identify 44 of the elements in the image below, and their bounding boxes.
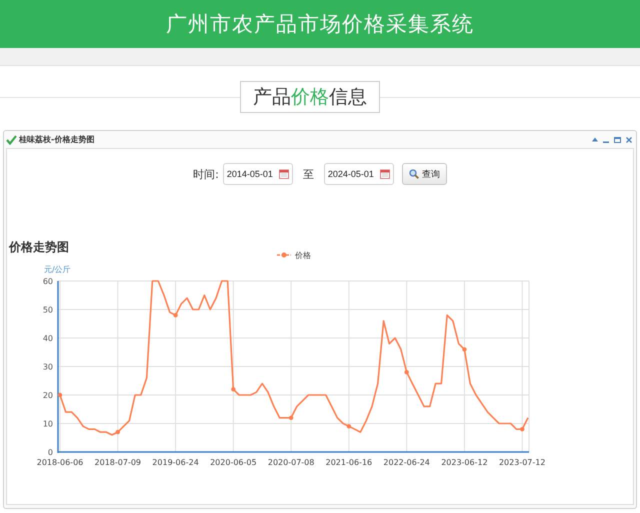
data-point <box>346 424 352 429</box>
x-tick-label: 2021-06-16 <box>326 458 372 467</box>
section-heading: 产品价格信息 <box>240 81 380 113</box>
y-tick-label: 0 <box>48 448 53 457</box>
y-axis-unit: 元/公斤 <box>44 265 71 274</box>
date-field[interactable]: 2024-05-01 <box>324 163 394 185</box>
query-button[interactable]: 查询 <box>402 163 447 185</box>
x-tick-label: 2018-07-09 <box>94 458 142 467</box>
data-point <box>404 370 409 374</box>
data-point <box>58 392 62 398</box>
x-tick-label: 2020-07-08 <box>268 458 314 467</box>
legend-label: 价格 <box>295 251 311 260</box>
data-point <box>520 427 524 432</box>
close-icon[interactable] <box>626 136 632 142</box>
y-tick-label: 30 <box>42 362 53 372</box>
x-tick-label: 2023-06-12 <box>441 458 488 467</box>
search-icon <box>408 169 419 179</box>
time-label: 时间: <box>193 166 219 182</box>
legend-marker-icon <box>277 252 291 258</box>
checkmark-icon <box>6 134 17 144</box>
data-point <box>116 430 120 434</box>
data-point <box>288 416 294 420</box>
x-tick-label: 2018-06-06 <box>36 458 84 467</box>
x-tick-label: 2022-06-24 <box>383 458 430 467</box>
data-point <box>173 313 178 318</box>
calendar-icon[interactable] <box>380 169 390 179</box>
data-point <box>462 347 467 352</box>
date-field[interactable]: 2014-05-01 <box>222 163 293 185</box>
collapse-icon[interactable] <box>592 137 598 142</box>
panel-title: 桂味荔枝-价格走势图 <box>19 134 96 145</box>
x-tick-label: 2020-06-05 <box>210 458 257 467</box>
calendar-icon[interactable] <box>278 169 289 179</box>
x-tick-label: 2019-06-24 <box>152 458 199 467</box>
app-title: 广州市农产品市场价格采集系统 <box>166 11 474 38</box>
y-tick-label: 10 <box>42 420 53 428</box>
maximize-icon[interactable] <box>614 136 621 142</box>
range-separator: 至 <box>302 166 314 182</box>
x-tick-label: 2023-07-12 <box>498 458 546 467</box>
y-tick-label: 20 <box>42 391 53 400</box>
data-point <box>231 387 236 392</box>
y-tick-label: 60 <box>42 277 53 286</box>
y-tick-label: 40 <box>42 334 53 343</box>
chart-title: 价格走势图 <box>9 240 69 254</box>
y-tick-label: 50 <box>42 306 53 314</box>
